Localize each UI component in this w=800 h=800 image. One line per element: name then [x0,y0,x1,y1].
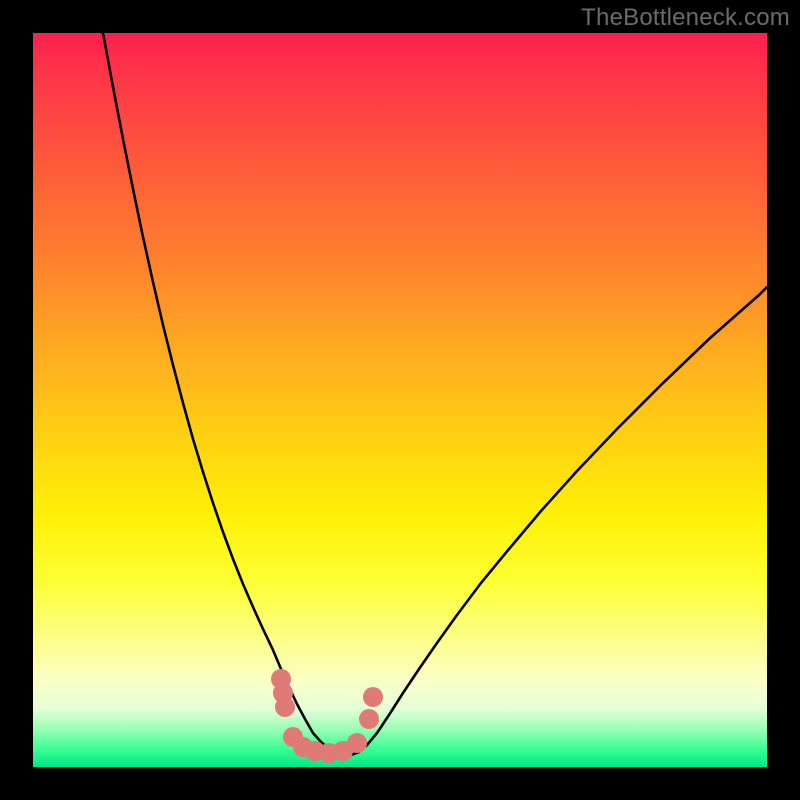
chart-frame: TheBottleneck.com [0,0,800,800]
marker-dot [359,709,379,729]
marker-dot [347,733,367,753]
plot-area [33,33,767,767]
right-curve [367,287,767,745]
watermark-text: TheBottleneck.com [581,4,790,32]
chart-svg [33,33,767,767]
marker-dot [363,687,383,707]
valley-markers [271,669,383,763]
left-curve [103,33,313,733]
marker-dot [275,697,295,717]
